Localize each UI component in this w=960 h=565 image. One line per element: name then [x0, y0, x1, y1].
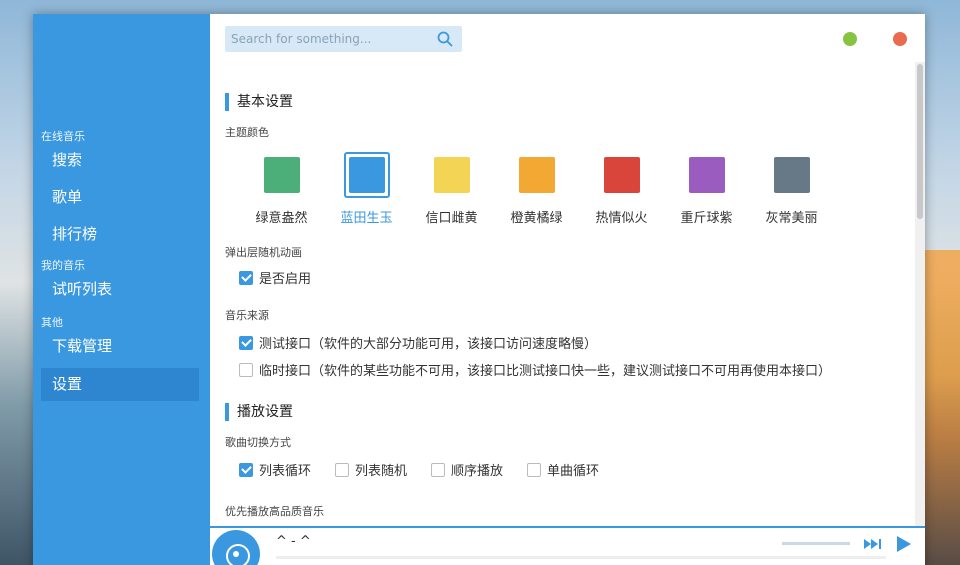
play-icon[interactable]	[893, 534, 915, 554]
animation-checkbox[interactable]	[239, 270, 253, 285]
theme-color-swatch-frame	[684, 152, 730, 198]
theme-color-name: 热情似火	[595, 211, 648, 226]
theme-color-swatch-frame	[599, 152, 645, 198]
theme-color-option[interactable]: 热情似火	[579, 152, 664, 226]
switch-option-sequential[interactable]: 顺序播放	[431, 460, 503, 479]
theme-color-option[interactable]: 橙黄橘绿	[494, 152, 579, 226]
search-icon[interactable]	[436, 30, 454, 48]
list-random-checkbox[interactable]	[335, 462, 350, 477]
theme-color-option[interactable]: 绿意盎然	[239, 152, 324, 226]
sidebar: 在线音乐 搜索 歌单 排行榜 我的音乐 试听列表 其他 下载管理 设置	[33, 14, 210, 565]
theme-color-option[interactable]: 灰常美丽	[749, 152, 834, 226]
theme-color-name: 灰常美丽	[765, 211, 818, 226]
search-box	[225, 26, 462, 52]
scrollbar-thumb[interactable]	[917, 64, 923, 219]
sidebar-item-settings[interactable]: 设置	[41, 368, 199, 401]
progress-bar[interactable]	[276, 556, 886, 559]
sidebar-group-other: 其他	[41, 316, 63, 329]
settings-content: 基本设置 主题颜色 绿意盎然 蓝田生玉 信口雌黄 橙黄橘绿 热情似火 重斤球紫 灰常美丽 弹…	[225, 62, 910, 519]
theme-color-option[interactable]: 蓝田生玉	[324, 152, 409, 226]
volume-slider[interactable]	[782, 542, 850, 545]
switch-option-list-random[interactable]: 列表随机	[335, 460, 407, 479]
theme-color-swatch[interactable]	[518, 157, 555, 193]
list-random-label: 列表随机	[355, 464, 408, 479]
theme-color-name: 重斤球紫	[680, 211, 733, 226]
theme-color-swatch-frame	[343, 152, 390, 198]
single-loop-checkbox[interactable]	[527, 462, 542, 477]
list-loop-checkbox[interactable]	[239, 462, 253, 477]
theme-color-swatch[interactable]	[773, 157, 810, 193]
app-window: 在线音乐 搜索 歌单 排行榜 我的音乐 试听列表 其他 下载管理 设置 基本设置	[33, 14, 925, 565]
song-switch-options: 列表循环 列表随机 顺序播放 单曲循环	[239, 460, 910, 479]
theme-color-option[interactable]: 重斤球紫	[664, 152, 749, 226]
theme-color-swatch[interactable]	[433, 157, 470, 193]
sidebar-item-playlists[interactable]: 歌单	[41, 181, 199, 214]
desktop-background	[920, 250, 960, 565]
sequential-checkbox[interactable]	[431, 462, 446, 477]
section-title-play: 播放设置	[225, 403, 910, 421]
top-bar	[210, 14, 925, 62]
theme-color-swatch[interactable]	[263, 157, 300, 193]
list-loop-label: 列表循环	[259, 464, 312, 479]
theme-color-name: 橙黄橘绿	[510, 211, 563, 226]
scrollbar[interactable]	[915, 62, 925, 526]
source-option-temp[interactable]: 临时接口（软件的某些功能不可用，该接口比测试接口快一些，建议测试接口不可用再使用…	[239, 360, 910, 379]
sidebar-item-charts[interactable]: 排行榜	[41, 218, 199, 251]
music-source-label: 音乐来源	[225, 309, 269, 322]
source-test-checkbox[interactable]	[239, 335, 253, 350]
source-temp-label: 临时接口（软件的某些功能不可用，该接口比测试接口快一些，建议测试接口不可用再使用…	[259, 364, 832, 379]
theme-color-list: 绿意盎然 蓝田生玉 信口雌黄 橙黄橘绿 热情似火 重斤球紫 灰常美丽	[239, 152, 910, 226]
settings-panel: 基本设置 主题颜色 绿意盎然 蓝田生玉 信口雌黄 橙黄橘绿 热情似火 重斤球紫 灰常美丽 弹…	[210, 14, 925, 526]
animation-label: 弹出层随机动画	[225, 246, 302, 259]
minimize-button[interactable]	[843, 32, 857, 46]
animation-option-label: 是否启用	[259, 272, 312, 287]
theme-color-swatch-frame	[514, 152, 560, 198]
sidebar-group-my-music: 我的音乐	[41, 259, 85, 272]
section-title-basic: 基本设置	[225, 93, 910, 111]
sidebar-group-online: 在线音乐	[41, 130, 85, 143]
sequential-label: 顺序播放	[451, 464, 504, 479]
theme-color-option[interactable]: 信口雌黄	[409, 152, 494, 226]
search-input[interactable]	[225, 26, 425, 52]
single-loop-label: 单曲循环	[547, 464, 600, 479]
theme-color-swatch[interactable]	[603, 157, 640, 193]
switch-option-single-loop[interactable]: 单曲循环	[527, 460, 599, 479]
animation-option[interactable]: 是否启用	[239, 268, 910, 287]
player-bar: ^ - ^	[210, 526, 925, 565]
sidebar-item-listen-list[interactable]: 试听列表	[41, 273, 199, 306]
theme-color-swatch[interactable]	[688, 157, 725, 193]
album-disc-icon[interactable]	[212, 530, 260, 565]
song-switch-label: 歌曲切换方式	[225, 436, 291, 449]
theme-color-name: 蓝田生玉	[340, 211, 393, 226]
hq-music-label: 优先播放高品质音乐	[225, 505, 324, 518]
theme-color-name: 信口雌黄	[425, 211, 478, 226]
theme-color-label: 主题颜色	[225, 126, 269, 139]
source-option-test[interactable]: 测试接口（软件的大部分功能可用，该接口访问速度略慢）	[239, 333, 910, 352]
close-button[interactable]	[893, 32, 907, 46]
source-test-label: 测试接口（软件的大部分功能可用，该接口访问速度略慢）	[259, 337, 598, 352]
theme-color-name: 绿意盎然	[255, 211, 308, 226]
theme-color-swatch[interactable]	[348, 157, 385, 193]
theme-color-swatch-frame	[259, 152, 305, 198]
song-title: ^ - ^	[276, 534, 311, 549]
sidebar-item-downloads[interactable]: 下载管理	[41, 330, 199, 363]
theme-color-swatch-frame	[769, 152, 815, 198]
sidebar-item-search[interactable]: 搜索	[41, 144, 199, 177]
next-track-icon[interactable]	[862, 534, 884, 554]
source-temp-checkbox[interactable]	[239, 362, 253, 377]
switch-option-list-loop[interactable]: 列表循环	[239, 460, 311, 479]
theme-color-swatch-frame	[429, 152, 475, 198]
